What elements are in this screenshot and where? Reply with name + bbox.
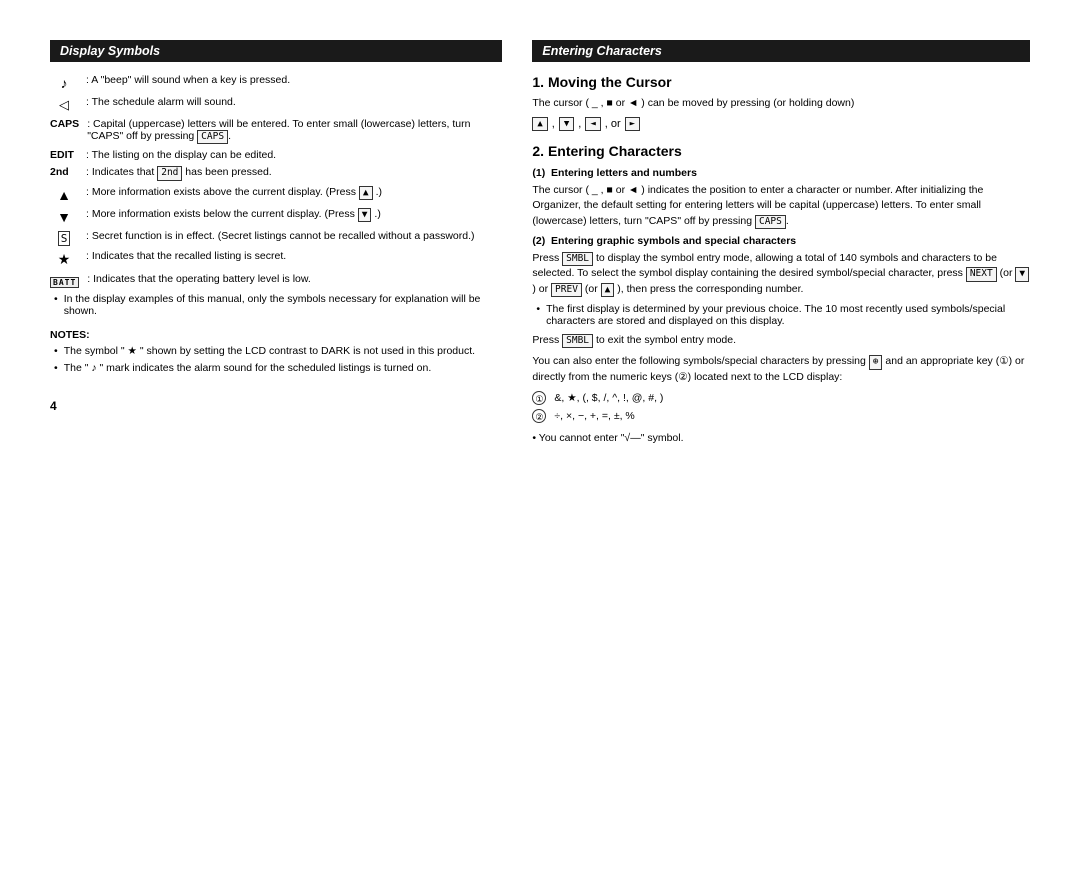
star-icon: ★ [50,250,78,268]
sub1-para: The cursor ( _ , ■ or ◄ ) indicates the … [532,183,1030,229]
moving-cursor-title: 1. Moving the Cursor [532,74,1030,90]
arrow-sep1: , [552,118,555,130]
down-key2: ▼ [1015,267,1029,281]
symbol-row-secret: S : Secret function is in effect. (Secre… [50,230,502,245]
edit-label: EDIT [50,149,78,161]
note2-text: The " ♪ " mark indicates the alarm sound… [64,362,432,374]
left-arrow-key: ◄ [585,117,600,131]
also-enter-para: You can also enter the following symbols… [532,354,1030,385]
up-key: ▲ [359,186,373,200]
2nd-label: 2nd [50,166,78,178]
plus-key: ⊕ [869,355,883,369]
display-symbols-header: Display Symbols [50,40,502,62]
down-key: ▼ [358,208,372,222]
page: Display Symbols ♪ : A "beep" will sound … [0,0,1080,874]
symbol-text-caps: : Capital (uppercase) letters will be en… [87,118,502,144]
symbol-text-arrow-down: : More information exists below the curr… [86,208,502,222]
down-arrow-key: ▼ [559,117,574,131]
prev-key: PREV [551,283,582,297]
circle1-text: &, ★, (, $, /, ^, !, @, #, ) [554,392,663,404]
sub2-bullet1-dot: • [536,303,540,327]
secret-icon: S [50,230,78,245]
bullet-dot: • [54,293,58,317]
circle2-row: ② ÷, ×, −, +, =, ±, % [532,409,1030,423]
arrow-sep2: , [578,118,581,130]
alarm-icon: ◁ [50,96,78,113]
symbol-row-music: ♪ : A "beep" will sound when a key is pr… [50,74,502,91]
entering-chars-header: Entering Characters [532,40,1030,62]
arrow-down-icon: ▼ [50,208,78,225]
note2-item: • The " ♪ " mark indicates the alarm sou… [50,362,502,374]
symbol-text-batt: : Indicates that the operating battery l… [87,273,502,285]
bullet-display-text: In the display examples of this manual, … [64,293,503,317]
note1-text: The symbol " ★ " shown by setting the LC… [64,345,475,357]
symbol-row-2nd: 2nd : Indicates that 2nd has been presse… [50,166,502,180]
symbol-text-edit: : The listing on the display can be edit… [86,149,502,161]
sub2-para1: Press SMBL to display the symbol entry m… [532,251,1030,297]
caps-label: CAPS [50,118,79,130]
arrow-row: ▲ , ▼ , ◄ , or ► [532,117,1030,131]
circle1-icon: ① [532,391,546,405]
sub1-title: (1) Entering letters and numbers [532,167,1030,179]
sub1-caps-key: CAPS [755,215,786,229]
cursor-line: The cursor ( _ , ■ or ◄ ) can be moved b… [532,96,1030,111]
up-key2: ▲ [601,283,615,297]
notes-section: NOTES: • The symbol " ★ " shown by setti… [50,329,502,374]
symbol-row-arrow-down: ▼ : More information exists below the cu… [50,208,502,225]
2nd-key: 2nd [157,166,182,180]
smbl-key2: SMBL [562,334,593,348]
next-key: NEXT [966,267,997,281]
note2-dot: • [54,362,58,374]
page-number: 4 [50,379,502,413]
circle2-text: ÷, ×, −, +, =, ±, % [554,410,634,422]
symbol-text-star: : Indicates that the recalled listing is… [86,250,502,262]
smbl-key1: SMBL [562,252,593,266]
arrow-up-icon: ▲ [50,186,78,203]
note1-item: • The symbol " ★ " shown by setting the … [50,345,502,357]
arrow-sep3: , or [605,118,621,130]
symbol-row-caps: CAPS : Capital (uppercase) letters will … [50,118,502,144]
symbol-text-alarm: : The schedule alarm will sound. [86,96,502,108]
sub2-bullet1-text: The first display is determined by your … [546,303,1030,327]
symbol-row-batt: BATT : Indicates that the operating batt… [50,273,502,288]
up-arrow-key: ▲ [532,117,547,131]
right-arrow-key: ► [625,117,640,131]
symbol-text-secret: : Secret function is in effect. (Secret … [86,230,502,242]
notes-label: NOTES: [50,329,502,341]
circle2-icon: ② [532,409,546,423]
entering-chars-title: 2. Entering Characters [532,143,1030,159]
symbol-row-arrow-up: ▲ : More information exists above the cu… [50,186,502,203]
symbol-text-2nd: : Indicates that 2nd has been pressed. [86,166,502,180]
note1-dot: • [54,345,58,357]
two-column-layout: Display Symbols ♪ : A "beep" will sound … [50,40,1030,834]
press-smbl-line: Press SMBL to exit the symbol entry mode… [532,333,1030,348]
caps-key: CAPS [197,130,228,144]
sub2-bullet1: • The first display is determined by you… [532,303,1030,327]
sub2-title: (2) Entering graphic symbols and special… [532,235,1030,247]
cannot-enter: • You cannot enter "√—" symbol. [532,431,1030,446]
batt-icon: BATT [50,273,79,288]
symbol-row-edit: EDIT : The listing on the display can be… [50,149,502,161]
symbol-text-arrow-up: : More information exists above the curr… [86,186,502,200]
bullet-display: • In the display examples of this manual… [50,293,502,317]
music-icon: ♪ [50,74,78,91]
left-column: Display Symbols ♪ : A "beep" will sound … [50,40,502,834]
display-symbols-content: ♪ : A "beep" will sound when a key is pr… [50,74,502,374]
symbol-row-star: ★ : Indicates that the recalled listing … [50,250,502,268]
right-column: Entering Characters 1. Moving the Cursor… [532,40,1030,834]
symbol-row-alarm: ◁ : The schedule alarm will sound. [50,96,502,113]
symbol-text-music: : A "beep" will sound when a key is pres… [86,74,502,86]
circle1-row: ① &, ★, (, $, /, ^, !, @, #, ) [532,391,1030,405]
